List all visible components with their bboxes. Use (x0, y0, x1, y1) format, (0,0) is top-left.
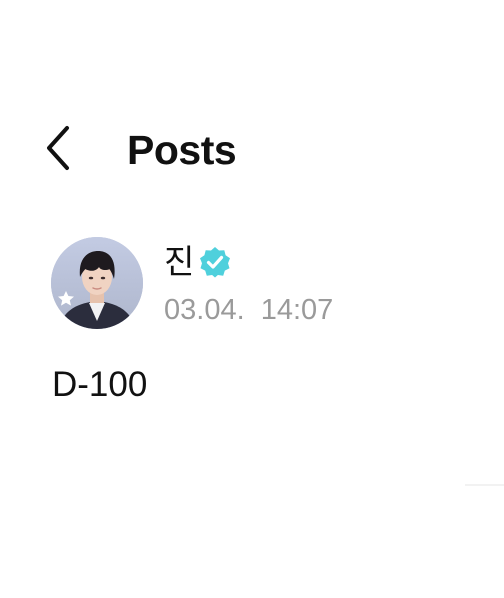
author-name[interactable]: 진 (164, 242, 194, 282)
page-title: Posts (127, 127, 237, 173)
divider (465, 484, 504, 486)
post-timestamp: 03.04. 14:07 (164, 294, 334, 326)
back-button[interactable] (36, 124, 80, 176)
author-row: 진 (164, 238, 232, 286)
post-text: D-100 (52, 365, 148, 404)
header-bar: Posts (0, 110, 504, 190)
chevron-left-icon (43, 124, 73, 177)
verified-badge-icon (198, 245, 232, 279)
author-avatar[interactable] (51, 237, 143, 329)
